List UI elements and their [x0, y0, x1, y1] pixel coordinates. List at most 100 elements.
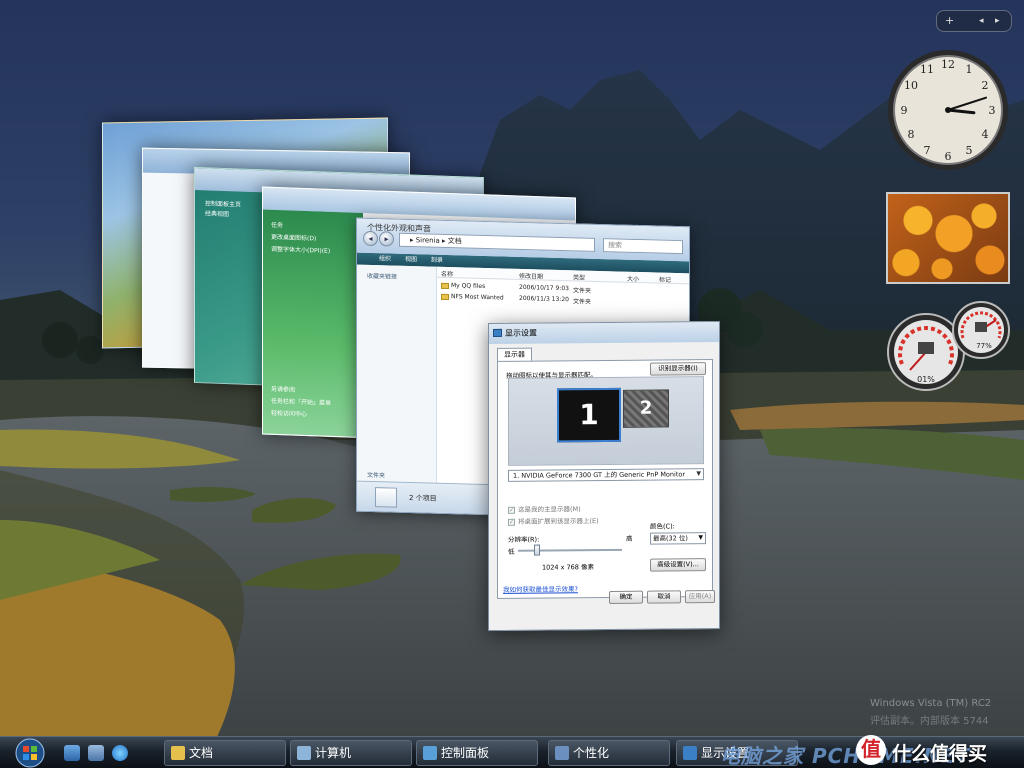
file-name: NFS Most Wanted	[451, 293, 504, 302]
primary-monitor-label: 这是我的主显示器(M)	[518, 505, 581, 514]
views-button[interactable]: 视图	[405, 256, 417, 263]
search-input[interactable]: 搜索	[603, 238, 683, 255]
show-desktop-icon[interactable]	[64, 745, 80, 761]
clock-numeral: 3	[989, 104, 996, 117]
add-gadget-button[interactable]: +	[945, 14, 954, 27]
clock-numeral: 12	[941, 58, 955, 71]
memory-usage-value: 77%	[976, 342, 992, 350]
personalization-sidebar: 任务 更改桌面图标(D) 调整字体大小(DPI)(E) 另请参阅 任务栏和「开始…	[263, 209, 363, 438]
folders-toggle[interactable]: 文件夹	[367, 470, 385, 479]
cp-home-link[interactable]: 控制面板主页	[205, 198, 241, 208]
column-name[interactable]: 名称	[441, 269, 453, 278]
personalization-icon	[555, 746, 569, 760]
taskbar-item-label: 计算机	[315, 746, 352, 760]
sidebar-link-taskbar[interactable]: 任务栏和「开始」菜单	[271, 396, 331, 407]
column-type[interactable]: 类型	[573, 272, 585, 281]
checkbox-box[interactable]: ✓	[508, 518, 515, 526]
extend-desktop-checkbox[interactable]: ✓ 将桌面扩展到该显示器上(E)	[508, 515, 599, 526]
clock-numeral: 10	[904, 79, 918, 92]
folder-icon	[171, 746, 185, 760]
organize-button[interactable]: 组织	[379, 255, 391, 262]
sidebar-gadget-controls: + ◂ ▸	[936, 10, 1012, 32]
clock-numeral: 9	[901, 104, 908, 117]
sidebar-link-desktop-icons[interactable]: 更改桌面图标(D)	[271, 232, 316, 243]
identify-monitors-button[interactable]: 识别显示器(I)	[650, 362, 706, 376]
taskbar-item-computer[interactable]: 计算机	[290, 740, 412, 766]
internet-explorer-icon[interactable]	[112, 745, 128, 761]
cpu-meter-gadget[interactable]: 01% 77%	[886, 300, 1012, 396]
clock-numeral: 4	[982, 128, 989, 141]
clock-gadget[interactable]: 12 1 2 3 4 5 6 7 8 9 10 11	[886, 48, 1010, 172]
resolution-label: 分辨率(R):	[508, 535, 540, 544]
file-name: My QQ files	[451, 282, 486, 291]
taskbar-item-control-panel[interactable]: 控制面板	[416, 740, 538, 766]
file-type: 文件夹	[573, 298, 592, 306]
slideshow-gadget[interactable]	[886, 192, 1010, 284]
os-build-watermark: Windows Vista (TM) RC2	[870, 698, 992, 709]
resolution-slider-thumb[interactable]	[534, 544, 540, 556]
previous-gadgets-button[interactable]: ◂	[979, 16, 984, 26]
cpu-icon	[918, 342, 934, 354]
monitor-2-icon[interactable]: 2	[623, 389, 669, 428]
taskbar-item-label: 控制面板	[441, 746, 490, 760]
display-icon	[493, 328, 502, 337]
monitor-arrangement-area: 1 2	[508, 376, 704, 466]
taskbar-item-personalization[interactable]: 个性化	[548, 740, 670, 766]
smzdm-logo: 值	[856, 735, 886, 765]
clock-numeral: 7	[924, 144, 931, 157]
navigation-pane: 收藏夹链接 文件夹	[357, 264, 437, 483]
monitor-1-icon[interactable]: 1	[557, 387, 621, 443]
monitor-select[interactable]: 1. NVIDIA GeForce 7300 GT 上的 Generic PnP…	[508, 468, 704, 482]
column-size[interactable]: 大小	[627, 274, 639, 283]
apply-button[interactable]: 应用(A)	[685, 590, 715, 604]
smzdm-watermark: 值 什么值得买	[856, 733, 1022, 767]
clock-numeral: 11	[920, 63, 934, 76]
sidebar-see-also: 另请参阅	[271, 385, 296, 394]
taskbar-item-label: 文档	[189, 746, 214, 760]
clock-numeral: 2	[982, 79, 989, 92]
monitor-panel: 拖动图标以使其与显示器匹配。 识别显示器(I) 1 2 1. NVIDIA Ge…	[497, 359, 713, 599]
clock-numeral: 8	[908, 128, 915, 141]
column-date[interactable]: 修改日期	[519, 271, 543, 281]
start-button[interactable]	[8, 737, 52, 768]
item-count: 2 个项目	[409, 494, 437, 503]
taskbar-item-label: 个性化	[573, 746, 610, 760]
forward-button[interactable]: ▸	[379, 231, 394, 247]
cpu-usage-value: 01%	[917, 375, 935, 384]
cp-classic-view-link[interactable]: 经典视图	[205, 208, 229, 218]
file-type: 文件夹	[573, 287, 592, 295]
file-date: 2006/11/3 13:20	[519, 294, 569, 304]
dialog-title: 显示设置	[505, 328, 537, 338]
resolution-value: 1024 x 768 像素	[542, 563, 594, 572]
next-gadgets-button[interactable]: ▸	[995, 16, 1000, 26]
sidebar-link-ease-of-access[interactable]: 轻松访问中心	[271, 408, 307, 418]
sidebar-link-dpi[interactable]: 调整字体大小(DPI)(E)	[271, 244, 330, 255]
advanced-settings-button[interactable]: 高级设置(V)...	[650, 558, 706, 572]
back-button[interactable]: ◂	[363, 230, 378, 247]
ok-button[interactable]: 确定	[609, 590, 643, 604]
help-link[interactable]: 我如何获取最佳显示效果?	[503, 583, 578, 594]
folder-icon	[441, 282, 449, 289]
taskbar-item-documents[interactable]: 文档	[164, 740, 286, 766]
colors-select[interactable]: 最高(32 位) ▼	[650, 532, 706, 545]
colors-label: 颜色(C):	[650, 522, 675, 531]
primary-monitor-checkbox[interactable]: ✓ 这是我的主显示器(M)	[508, 503, 581, 514]
chevron-down-icon: ▼	[698, 534, 703, 542]
checkbox-box[interactable]: ✓	[508, 506, 515, 514]
address-bar[interactable]: ▸ Sirenia ▸ 文档	[399, 232, 595, 252]
burn-button[interactable]: 刻录	[431, 257, 443, 264]
file-date: 2006/10/17 9:03	[519, 283, 569, 293]
folder-icon	[441, 293, 449, 300]
resolution-low-label: 低	[508, 547, 515, 556]
column-tags[interactable]: 标记	[659, 275, 671, 284]
switch-windows-icon[interactable]	[88, 745, 104, 761]
clock-numeral: 5	[966, 144, 973, 157]
clock-numeral: 6	[945, 150, 952, 163]
dialog-titlebar[interactable]: 显示设置	[489, 321, 719, 345]
memory-icon	[975, 322, 987, 332]
display-icon	[683, 746, 697, 760]
cancel-button[interactable]: 取消	[647, 590, 681, 604]
documents-icon	[375, 487, 397, 508]
monitor-select-value: 1. NVIDIA GeForce 7300 GT 上的 Generic PnP…	[513, 470, 686, 480]
display-settings-dialog[interactable]: 显示设置 显示器 拖动图标以使其与显示器匹配。 识别显示器(I) 1 2 1. …	[488, 320, 720, 632]
